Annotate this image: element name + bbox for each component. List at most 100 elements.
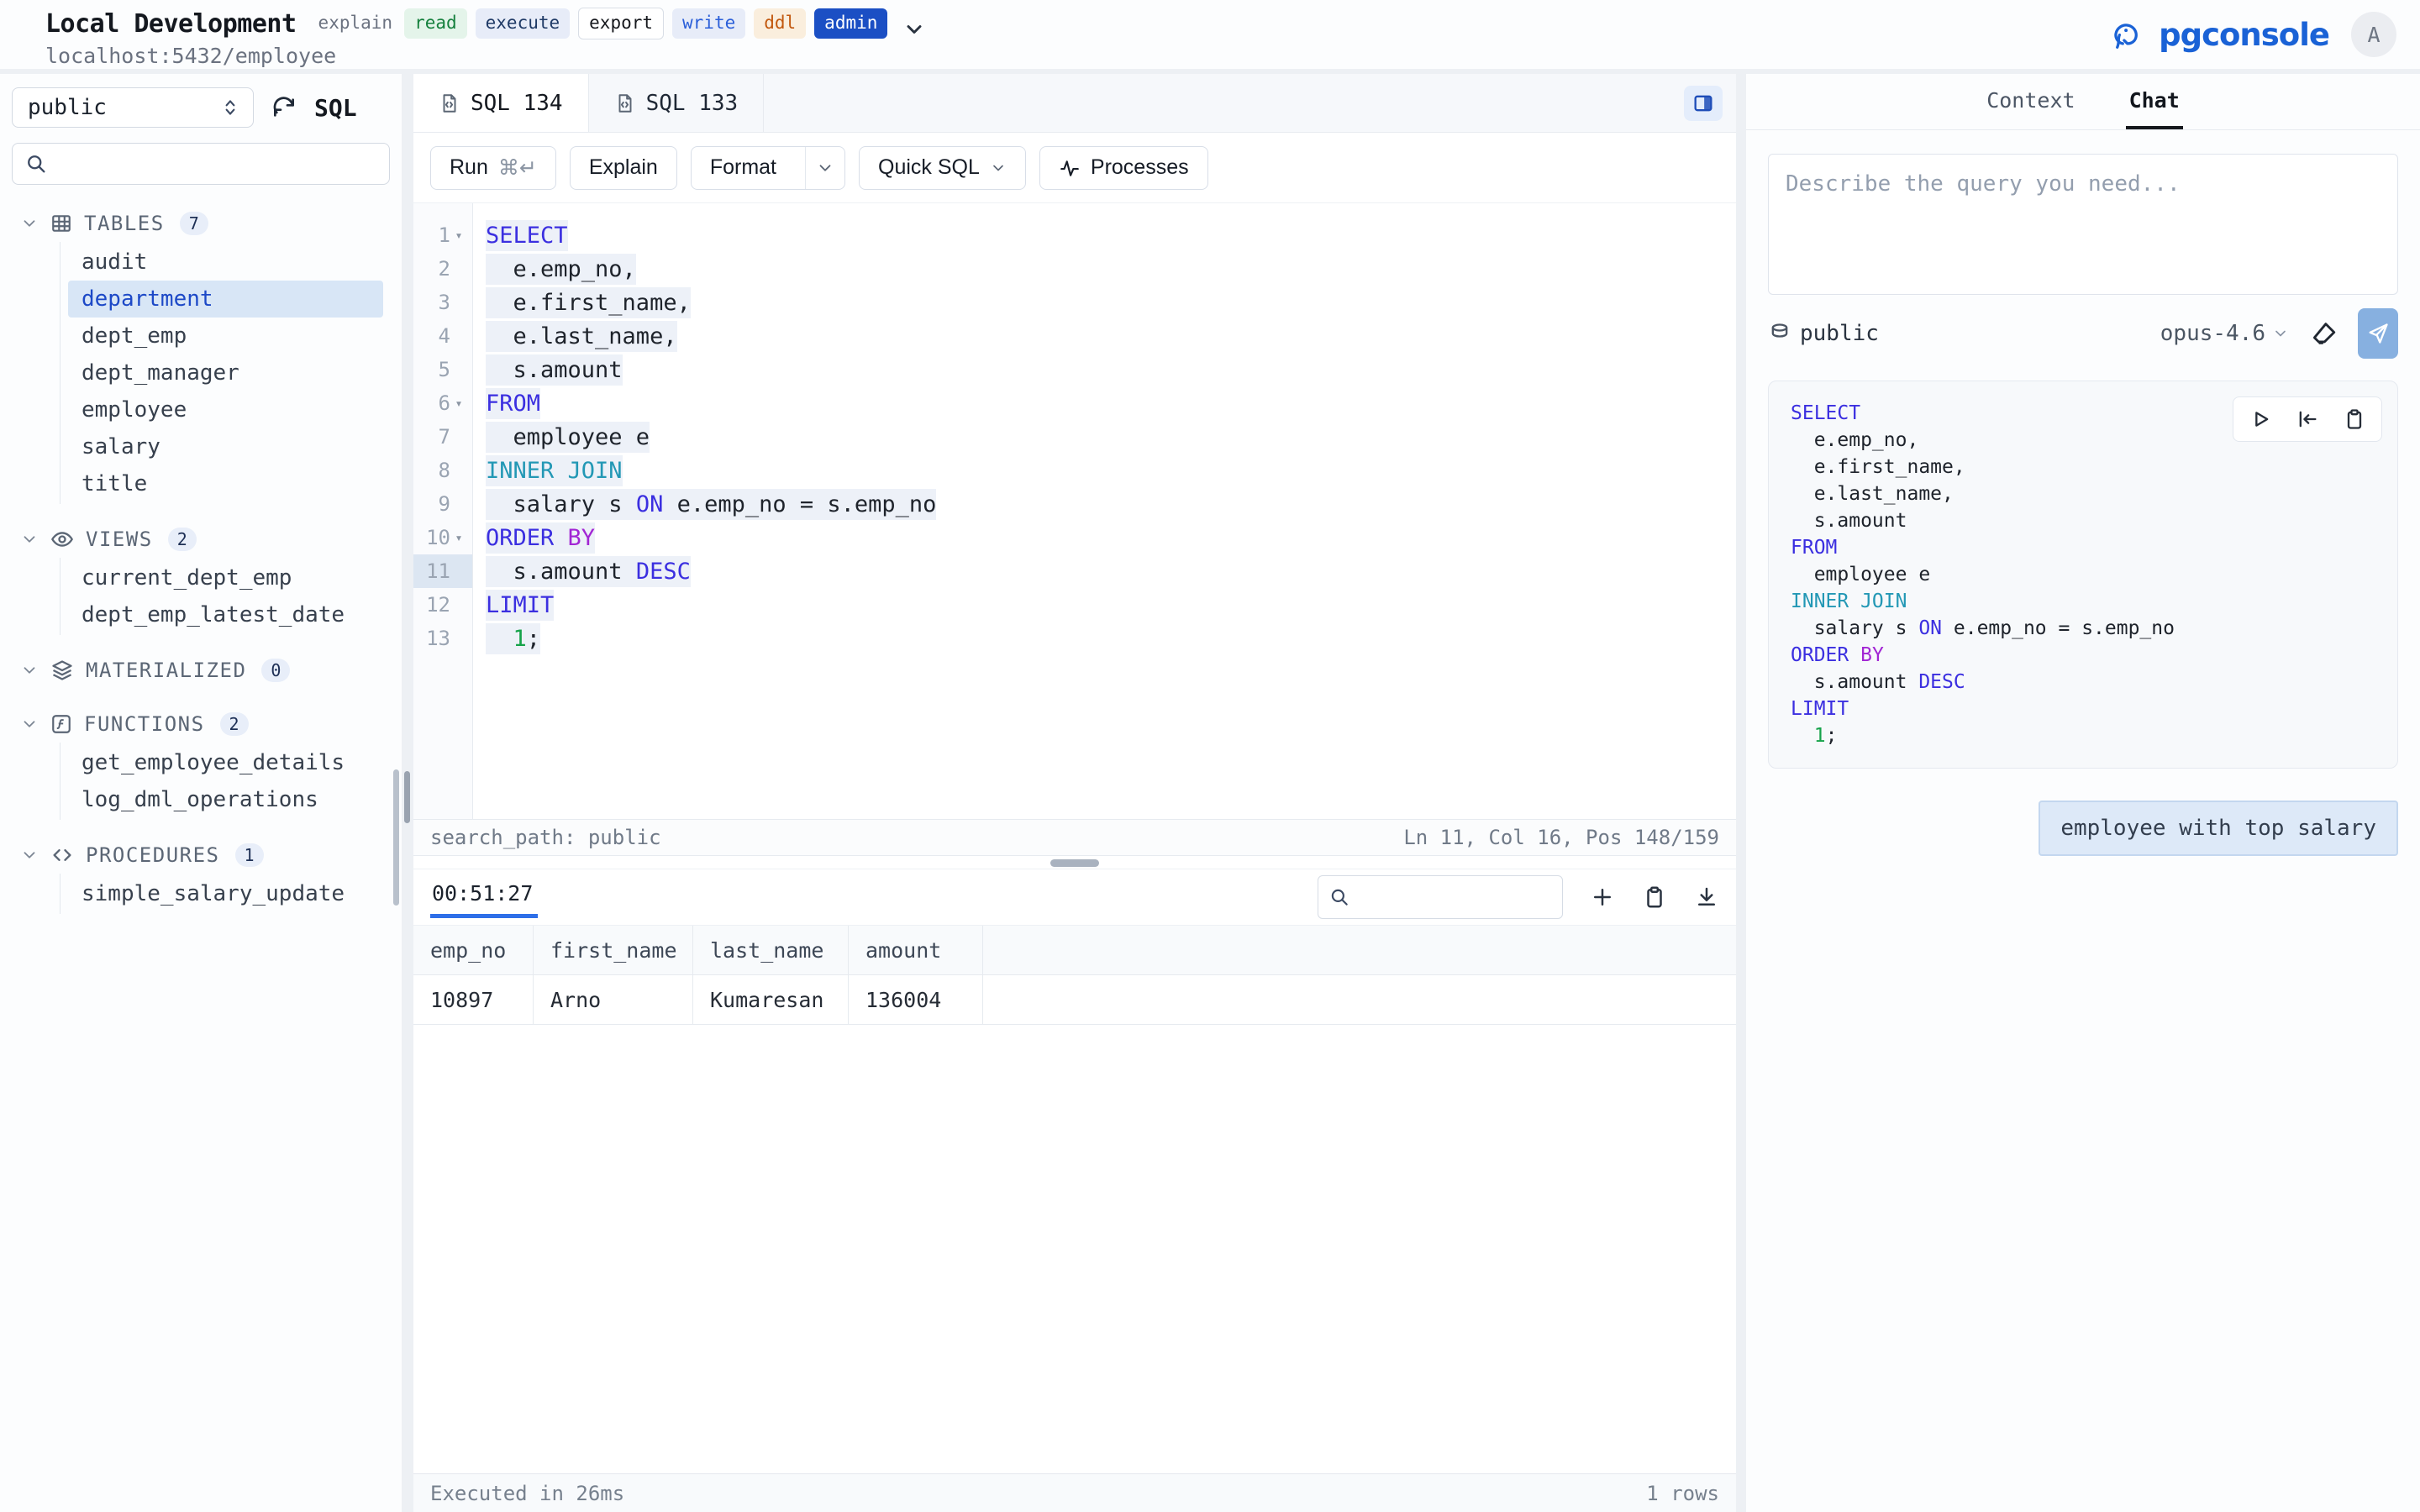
- copy-results-icon[interactable]: [1642, 885, 1667, 910]
- code-line-text: employee e: [472, 424, 650, 450]
- chat-schema-context[interactable]: public: [1768, 321, 1879, 346]
- tree-item-department[interactable]: department: [68, 281, 383, 318]
- tree-items: auditdepartmentdept_empdept_manageremplo…: [60, 242, 383, 504]
- run-sql-play-icon[interactable]: [2249, 407, 2272, 431]
- tree-item-dept_emp[interactable]: dept_emp: [68, 318, 383, 354]
- assistant-sql-line: s.amount DESC: [1791, 669, 2375, 696]
- results-search[interactable]: [1318, 875, 1563, 919]
- line-gutter: 9: [413, 487, 472, 521]
- sidebar-scrollbar-thumb[interactable]: [393, 769, 399, 906]
- chevron-down-icon: [20, 530, 39, 549]
- code-line-text: e.last_name,: [472, 323, 677, 349]
- code-line-text: s.amount: [472, 357, 623, 383]
- tree-item-audit[interactable]: audit: [68, 244, 383, 281]
- section-count-badge: 7: [180, 212, 208, 235]
- results-splitter[interactable]: [413, 856, 1736, 869]
- tree-item-get_employee_details[interactable]: get_employee_details: [68, 744, 383, 781]
- line-gutter: 12: [413, 588, 472, 622]
- toggle-side-panel-button[interactable]: [1684, 86, 1723, 121]
- sql-token: e.emp_no = s.emp_no: [1942, 615, 2175, 642]
- tree-item-log_dml_operations[interactable]: log_dml_operations: [68, 781, 383, 818]
- line-gutter: 2: [413, 252, 472, 286]
- line-gutter: 10▾: [413, 521, 472, 554]
- sql-token: INNER JOIN: [1791, 588, 1907, 615]
- tab-chat[interactable]: Chat: [2126, 74, 2183, 129]
- section-eye-icon: [50, 528, 74, 551]
- code-line-text: s.amount DESC: [472, 559, 691, 585]
- column-header-last_name[interactable]: last_name: [693, 926, 849, 974]
- tree-section-header-materialized[interactable]: MATERIALIZED0: [12, 652, 390, 689]
- download-results-icon[interactable]: [1694, 885, 1719, 910]
- connection-chevron-down-icon[interactable]: [902, 18, 926, 41]
- format-chevron-down-icon[interactable]: [805, 147, 844, 189]
- editor-tab-sql-134[interactable]: SQL 134: [413, 74, 589, 132]
- copy-sql-clipboard-icon[interactable]: [2343, 407, 2366, 431]
- results-search-input[interactable]: [1357, 885, 1552, 909]
- result-timer-tab[interactable]: 00:51:27: [430, 878, 538, 918]
- sql-code-editor[interactable]: 1▾SELECT2 e.emp_no,3 e.first_name,4 e.la…: [413, 203, 1736, 819]
- sidebar-search-input[interactable]: [56, 152, 377, 176]
- sql-token: salary s: [486, 489, 636, 520]
- chat-query-input[interactable]: [1768, 154, 2398, 295]
- sql-card-toolbar: [2233, 396, 2382, 442]
- section-label: PROCEDURES: [86, 843, 220, 867]
- tree-item-dept_manager[interactable]: dept_manager: [68, 354, 383, 391]
- line-number: 1: [439, 223, 450, 247]
- sidebar-search[interactable]: [12, 143, 390, 185]
- send-button[interactable]: [2358, 308, 2398, 359]
- tree-item-title[interactable]: title: [68, 465, 383, 502]
- tree-item-simple_salary_update[interactable]: simple_salary_update: [68, 875, 383, 912]
- column-header-first_name[interactable]: first_name: [534, 926, 693, 974]
- fold-arrow-icon[interactable]: ▾: [452, 228, 466, 243]
- schema-select[interactable]: public: [12, 87, 254, 128]
- run-button[interactable]: Run ⌘↵: [430, 146, 556, 190]
- editor-tabbar: SQL 134 SQL 133: [413, 74, 1736, 133]
- tree-section-header-tables[interactable]: TABLES 7: [12, 205, 390, 242]
- section-label: TABLES: [84, 212, 165, 235]
- tree-section-tables: TABLES 7 auditdepartmentdept_empdept_manag…: [12, 205, 390, 504]
- sql-token: e.last_name,: [486, 321, 677, 352]
- explain-button[interactable]: Explain: [570, 146, 677, 190]
- assistant-sql-line: ORDER BY: [1791, 642, 2375, 669]
- tree-item-current_dept_emp[interactable]: current_dept_emp: [68, 559, 383, 596]
- sql-file-icon: [439, 92, 460, 114]
- sql-token: [1849, 642, 1860, 669]
- editor-tab-sql-133[interactable]: SQL 133: [589, 74, 765, 132]
- code-line: 9 salary s ON e.emp_no = s.emp_no: [413, 487, 1736, 521]
- tree-section-header-functions[interactable]: FUNCTIONS2: [12, 706, 390, 743]
- fold-arrow-icon[interactable]: ▾: [452, 396, 466, 411]
- tree-item-employee[interactable]: employee: [68, 391, 383, 428]
- fold-arrow-icon[interactable]: ▾: [452, 530, 466, 545]
- tree-item-dept_emp_latest_date[interactable]: dept_emp_latest_date: [68, 596, 383, 633]
- section-count-badge: 2: [220, 712, 249, 736]
- code-line-text: FROM: [472, 391, 540, 417]
- add-result-tab-icon[interactable]: [1590, 885, 1615, 910]
- column-header-amount[interactable]: amount: [849, 926, 983, 974]
- cursor-position-status: Ln 11, Col 16, Pos 148/159: [1403, 826, 1719, 849]
- processes-button[interactable]: Processes: [1039, 146, 1208, 190]
- splitter-drag-handle[interactable]: [1050, 859, 1099, 867]
- refresh-icon[interactable]: [271, 94, 297, 121]
- line-gutter: 3: [413, 286, 472, 319]
- sidebar-resize-handle[interactable]: [404, 771, 410, 823]
- avatar[interactable]: A: [2351, 12, 2396, 57]
- chat-schema-label: public: [1800, 321, 1879, 346]
- section-count-badge: 0: [261, 659, 290, 682]
- tree-section-header-views[interactable]: VIEWS2: [12, 521, 390, 558]
- sql-token: BY: [1860, 642, 1884, 669]
- tab-context[interactable]: Context: [1983, 74, 2078, 129]
- quick-sql-button[interactable]: Quick SQL: [859, 146, 1026, 190]
- tree-item-salary[interactable]: salary: [68, 428, 383, 465]
- model-select[interactable]: opus-4.6: [2160, 321, 2289, 346]
- sql-mode-label[interactable]: SQL: [314, 94, 357, 122]
- tree-section-header-procedures[interactable]: PROCEDURES1: [12, 837, 390, 874]
- insert-to-editor-icon[interactable]: [2296, 407, 2319, 431]
- clear-chat-eraser-icon[interactable]: [2309, 319, 2338, 348]
- table-header-row: emp_nofirst_namelast_nameamount: [413, 925, 1736, 975]
- column-header-emp_no[interactable]: emp_no: [413, 926, 534, 974]
- format-button[interactable]: Format: [691, 146, 845, 190]
- editor-tab-label: SQL 134: [471, 91, 563, 116]
- code-line-text: INNER JOIN: [472, 458, 623, 484]
- brand-name: pgconsole: [2159, 17, 2329, 53]
- table-row[interactable]: 10897ArnoKumaresan136004: [413, 975, 1736, 1025]
